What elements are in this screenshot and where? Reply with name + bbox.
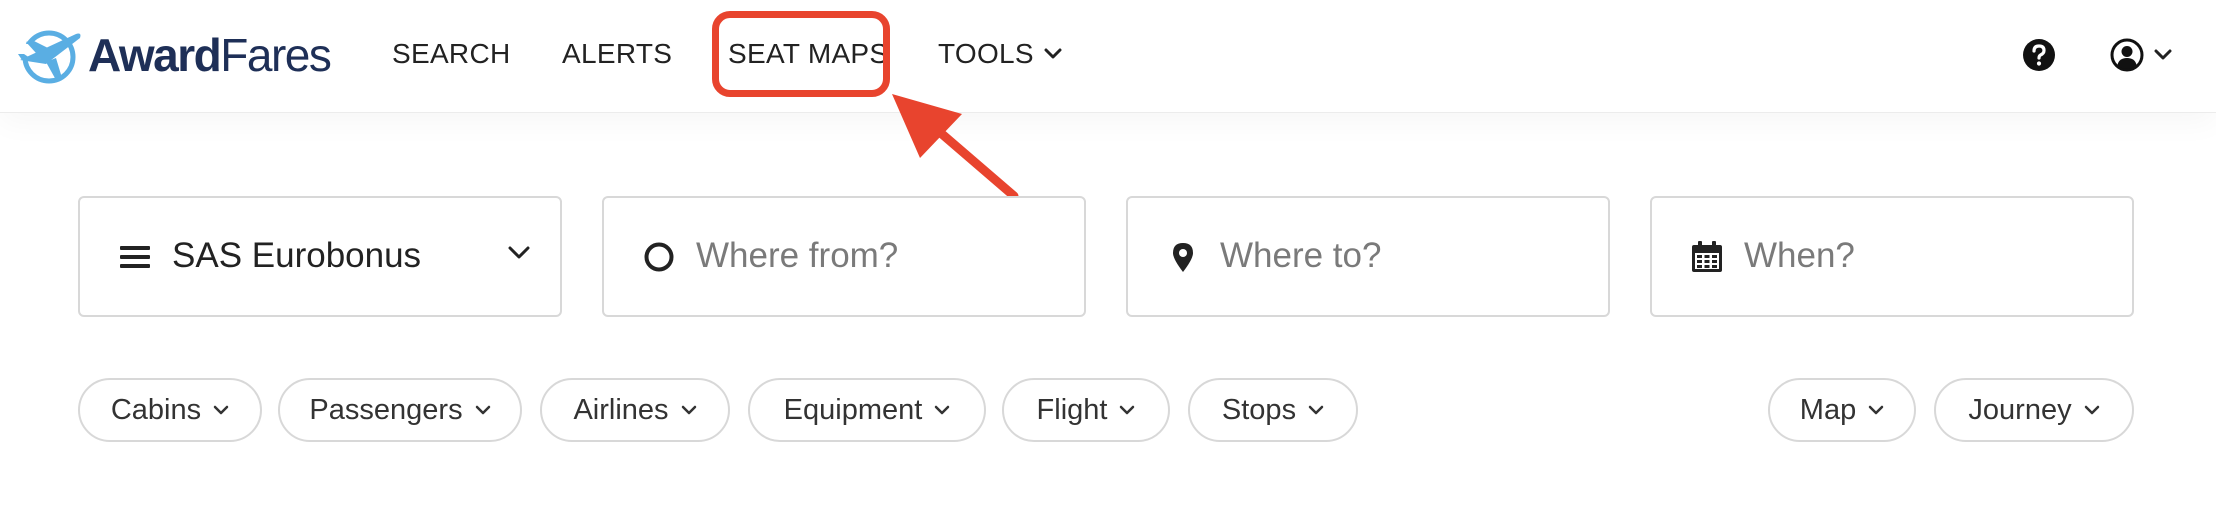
origin-input[interactable]: Where from? [602,196,1086,317]
origin-input-placeholder: Where from? [696,236,899,275]
seat-maps-highlight-box [712,11,890,97]
help-icon[interactable] [2022,38,2056,72]
top-navbar: AwardFares SEARCH ALERTS SEAT MAPS TOOLS [0,0,2216,113]
filter-equipment-label: Equipment [783,393,923,426]
user-circle-icon [2110,38,2144,72]
filter-flight-label: Flight [1036,393,1108,426]
filter-passengers[interactable]: Passengers [278,378,522,442]
date-input-placeholder: When? [1744,236,1855,275]
filter-cabins-label: Cabins [110,393,202,426]
nav-search[interactable]: SEARCH [392,36,511,72]
date-input[interactable]: When? [1650,196,2134,317]
chevron-down-icon [2084,405,2099,415]
filter-airlines-label: Airlines [573,393,669,426]
chevron-down-icon [508,246,530,259]
program-select-value: SAS Eurobonus [172,236,422,275]
calendar-icon [1692,241,1722,272]
map-pin-icon [1173,243,1193,272]
filter-airlines[interactable]: Airlines [540,378,730,442]
chevron-down-icon [2154,49,2172,60]
chevron-down-icon [1868,405,1884,415]
circle-icon [644,242,674,272]
destination-input[interactable]: Where to? [1126,196,1610,317]
filter-stops[interactable]: Stops [1188,378,1358,442]
nav-tools[interactable]: TOOLS [938,36,1062,72]
filter-flight[interactable]: Flight [1002,378,1170,442]
destination-input-placeholder: Where to? [1220,236,1382,275]
chevron-down-icon [213,405,229,415]
logo-wordmark: AwardFares [88,29,332,81]
filter-stops-label: Stops [1221,393,1297,426]
filter-equipment[interactable]: Equipment [748,378,986,442]
awardfares-logo[interactable]: AwardFares [16,20,332,90]
view-journey-label: Journey [1968,393,2072,426]
filter-cabins[interactable]: Cabins [78,378,262,442]
chevron-down-icon [1120,405,1135,415]
view-map-toggle[interactable]: Map [1768,378,1916,442]
menu-icon [120,246,150,268]
chevron-down-icon [1044,48,1062,59]
view-map-label: Map [1799,393,1857,426]
nav-tools-label: TOOLS [938,38,1034,69]
account-menu[interactable] [2110,38,2172,72]
annotation-arrow [892,94,1019,201]
nav-alerts[interactable]: ALERTS [562,36,672,72]
chevron-down-icon [1308,405,1324,415]
plane-logo-icon [16,30,81,84]
chevron-down-icon [681,405,696,415]
chevron-down-icon [475,405,490,415]
view-journey-toggle[interactable]: Journey [1934,378,2134,442]
filter-passengers-label: Passengers [309,393,463,426]
program-select[interactable]: SAS Eurobonus [78,196,562,317]
chevron-down-icon [935,405,950,415]
